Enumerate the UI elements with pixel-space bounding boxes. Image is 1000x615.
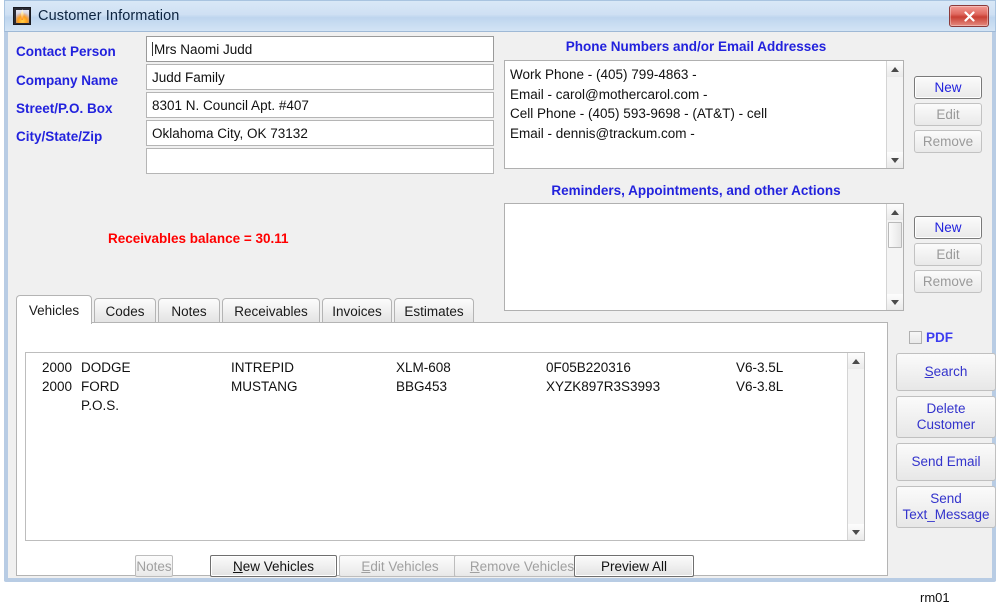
pdf-checkbox-row[interactable]: PDF [909,330,953,345]
label-company-name: Company Name [16,73,119,88]
tab-vehicles[interactable]: Vehicles [16,295,92,324]
phone-list[interactable]: Work Phone - (405) 799-4863 - Email - ca… [504,60,904,169]
phone-list-scrollbar[interactable] [886,61,903,168]
tab-invoices[interactable]: Invoices [322,298,392,323]
customer-information-window: Customer Information Contact Person Comp… [4,0,996,582]
list-item[interactable]: Cell Phone - (405) 593-9698 - (AT&T) - c… [510,104,886,124]
cell-plate: XLM-608 [396,360,451,375]
cell-make: P.O.S. [81,398,120,413]
table-row[interactable]: P.O.S. [26,398,847,417]
reminders-section-title: Reminders, Appointments, and other Actio… [551,183,841,198]
table-row[interactable]: 2000 FORD MUSTANG BBG453 XYZK897R3S3993 … [26,379,847,398]
receivables-balance: Receivables balance = 30.11 [108,231,289,246]
scroll-up-icon[interactable] [887,204,903,220]
phone-remove-button[interactable]: Remove [914,130,982,153]
scroll-down-icon[interactable] [848,524,864,540]
screen-code-label: rm01 [920,590,950,605]
scroll-thumb[interactable] [888,222,902,248]
search-button[interactable]: Search [896,353,996,391]
phone-edit-button[interactable]: Edit [914,103,982,126]
pdf-checkbox[interactable] [909,331,922,344]
cell-vin: 0F05B220316 [546,360,631,375]
preview-all-button[interactable]: Preview All [574,555,694,577]
vehicles-table[interactable]: 2000 DODGE INTREPID XLM-608 0F05B220316 … [25,352,865,541]
cell-model: INTREPID [231,360,295,375]
scroll-down-icon[interactable] [887,294,903,310]
cell-engine: V6-3.5L [736,360,784,375]
edit-vehicles-button[interactable]: Edit Vehicles [339,555,461,577]
phone-list-items: Work Phone - (405) 799-4863 - Email - ca… [505,61,886,168]
tab-notes[interactable]: Notes [158,298,220,323]
list-item[interactable]: Work Phone - (405) 799-4863 - [510,65,886,85]
phone-section-title: Phone Numbers and/or Email Addresses [565,39,827,54]
scroll-up-icon[interactable] [848,353,864,369]
window-title: Customer Information [38,8,180,24]
tab-estimates[interactable]: Estimates [394,298,474,323]
cell-make: DODGE [81,360,131,375]
title-bar: Customer Information [4,0,996,32]
cell-plate: BBG453 [396,379,448,394]
label-city-state-zip: City/State/Zip [16,129,103,144]
reminders-remove-button[interactable]: Remove [914,270,982,293]
reminders-edit-button[interactable]: Edit [914,243,982,266]
remove-vehicles-button[interactable]: Remove Vehicles [454,555,590,577]
cell-year: 2000 [42,360,73,375]
scroll-down-icon[interactable] [887,152,903,168]
cell-year: 2000 [42,379,73,394]
contact-person-input[interactable]: Mrs Naomi Judd [146,36,494,62]
cell-make: FORD [81,379,120,394]
reminders-list-scrollbar[interactable] [886,204,903,310]
tab-codes[interactable]: Codes [94,298,156,323]
company-name-input[interactable]: Judd Family [146,64,494,90]
send-email-button[interactable]: Send Email [896,443,996,481]
street-po-box-input[interactable]: 8301 N. Council Apt. #407 [146,92,494,118]
list-item[interactable]: Email - carol@mothercarol.com - [510,85,886,105]
cell-engine: V6-3.8L [736,379,784,394]
pdf-label: PDF [926,330,953,345]
vehicles-table-scrollbar[interactable] [847,353,864,540]
notes-button[interactable]: Notes [135,555,173,577]
address-extra-input[interactable] [146,148,494,174]
delete-customer-button[interactable]: Delete Customer [896,396,996,438]
table-row[interactable]: 2000 DODGE INTREPID XLM-608 0F05B220316 … [26,360,847,379]
new-vehicles-button[interactable]: New Vehicles [210,555,337,577]
tab-strip: Vehicles Codes Notes Receivables Invoice… [16,295,888,324]
reminders-new-button[interactable]: New [914,216,982,239]
tab-receivables[interactable]: Receivables [222,298,320,323]
list-item[interactable]: Email - dennis@trackum.com - [510,124,886,144]
vehicles-tab-panel: 2000 DODGE INTREPID XLM-608 0F05B220316 … [16,322,888,577]
label-contact-person: Contact Person [16,44,116,59]
label-street-po-box: Street/P.O. Box [16,101,113,116]
city-state-zip-input[interactable]: Oklahoma City, OK 73132 [146,120,494,146]
phone-new-button[interactable]: New [914,76,982,99]
cell-model: MUSTANG [231,379,298,394]
app-logo-icon [13,7,31,25]
cell-vin: XYZK897R3S3993 [546,379,661,394]
send-text-message-button[interactable]: Send Text_Message [896,486,996,528]
vehicles-table-body: 2000 DODGE INTREPID XLM-608 0F05B220316 … [26,353,847,540]
close-icon[interactable] [949,5,989,27]
scroll-up-icon[interactable] [887,61,903,77]
